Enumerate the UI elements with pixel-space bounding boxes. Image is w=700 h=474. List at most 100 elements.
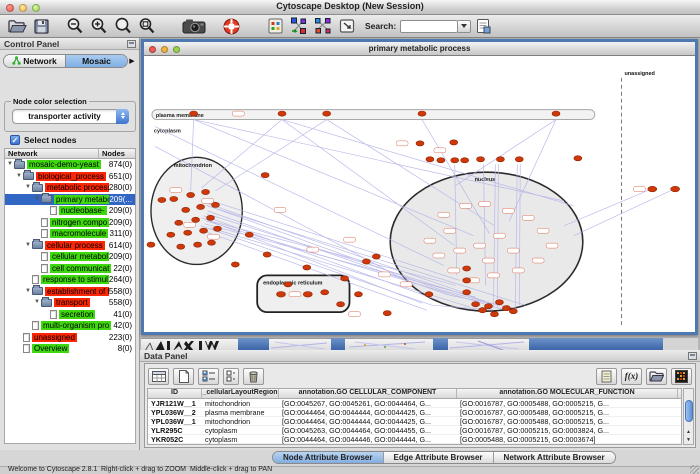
nucleus-region[interactable] [390,172,583,311]
tree-item-establishment-of-lo[interactable]: ▼establishment of lo558(0) [5,286,135,298]
open-session-icon[interactable] [5,16,29,36]
tree-expand-icon[interactable]: ▼ [25,240,32,251]
endoplasmic-reticulum-label: endoplasmic reticulum [263,280,323,286]
background-window-sliver[interactable] [141,338,238,350]
tree-expand-icon[interactable]: ▼ [34,297,41,308]
layout-nodes-icon[interactable] [287,16,311,36]
tree-expand-icon[interactable]: ▼ [34,194,41,205]
table-cell: YPL036W__1 [148,417,202,426]
column-header-molecular-function[interactable]: annotation.GO MOLECULAR_FUNCTION [457,389,678,398]
tree-item-cellular-metabol[interactable]: cellular metabol209(0) [5,251,135,263]
select-nodes-checkbox[interactable]: ✓ [10,135,20,145]
window-resize-grip[interactable] [690,465,699,474]
attribute-table-body: YJR121W__1mitochondrion[GO:0045267, GO:0… [148,399,681,445]
network-view-titlebar[interactable]: primary metabolic process [144,42,695,56]
tree-item-secretion[interactable]: secretion41(0) [5,309,135,321]
scroll-down-icon[interactable]: ▼ [684,436,693,444]
tree-item-cell-communicat[interactable]: cell communicat22(0) [5,263,135,275]
save-session-icon[interactable] [29,16,53,36]
column-header-region[interactable]: _cellularLayoutRegion [202,389,279,398]
table-scrollbar[interactable]: ▲ ▼ [683,388,694,445]
search-dropdown-arrow[interactable] [458,20,471,33]
layout-nodes-alt-icon[interactable] [311,16,335,36]
background-window-edge[interactable] [529,338,663,350]
zoom-selected-icon[interactable] [135,16,159,36]
tree-item-mosaic-demo-yeast[interactable]: ▼mosaic-demo-yeast874(0) [5,159,135,171]
table-row[interactable]: YDR039C__1mitochondrion[GO:0044464, GO:0… [148,444,681,445]
tab-edge-attribute-browser[interactable]: Edge Attribute Browser [384,452,494,463]
tree-item-macromolecule[interactable]: macromolecule311(0) [5,228,135,240]
mitochondrion-label: mitochondrion [174,163,212,169]
window-title: Cytoscape Desktop (New Session) [0,1,700,11]
float-panel-icon[interactable] [127,40,136,48]
background-window-edge[interactable] [433,338,448,350]
tab-overflow-arrow-icon[interactable]: ▶ [128,57,136,65]
zoom-in-icon[interactable] [87,16,111,36]
scrollbar-thumb[interactable] [685,400,693,422]
float-panel-icon[interactable] [688,352,697,360]
open-attributes-icon[interactable] [646,368,667,385]
column-header-id[interactable]: ID [148,389,202,398]
background-window-sliver[interactable] [345,338,433,350]
tree-item-response-to-stimul[interactable]: response to stimul264(0) [5,274,135,286]
tree-column-nodes[interactable]: Nodes [99,149,135,158]
formula-icon[interactable]: f(x) [621,368,642,385]
background-window-edge[interactable] [238,338,269,350]
unselect-attributes-icon[interactable] [223,368,239,385]
tree-item-nitrogen-compo[interactable]: nitrogen compo209(0) [5,217,135,229]
tab-node-attribute-browser[interactable]: Node Attribute Browser [273,452,384,463]
tree-column-headers[interactable]: Network Nodes [4,148,136,159]
zoom-out-icon[interactable] [63,16,87,36]
folder-icon [32,184,43,192]
import-network-icon[interactable] [335,16,359,36]
tree-item-nucleobase-[interactable]: nucleobase-209(0) [5,205,135,217]
notes-icon[interactable] [596,368,617,385]
background-window-sliver[interactable] [448,338,529,350]
node-color-dropdown[interactable]: transporter activity [12,109,129,124]
tree-item-metabolic-process[interactable]: ▼metabolic process280(0) [5,182,135,194]
tree-item-overview[interactable]: Overview8(0) [5,343,135,355]
import-table-icon[interactable] [471,16,495,36]
file-icon [50,310,57,319]
tree-column-network[interactable]: Network [5,149,99,158]
matrix-icon[interactable] [671,368,692,385]
tree-item-multi-organism-pro[interactable]: multi-organism pro42(0) [5,320,135,332]
zoom-fit-icon[interactable] [111,16,135,36]
snapshot-icon[interactable] [179,16,209,36]
tree-item-cellular-process[interactable]: ▼cellular process614(0) [5,240,135,252]
tree-item-transport[interactable]: ▼transport558(0) [5,297,135,309]
new-attribute-icon[interactable] [173,368,194,385]
scroll-up-icon[interactable]: ▲ [684,428,693,436]
attribute-table-header: ID _cellularLayoutRegion annotation.GO C… [148,389,681,399]
cytoplasm-label: cytoplasm [154,128,181,134]
table-cell: mitochondrion [202,444,279,446]
tab-network[interactable]: Network [4,55,66,67]
tree-item-label: biological_process [36,172,106,181]
select-attributes-icon[interactable] [198,368,219,385]
table-cell: [GO:0045263, GO:0044464, GO:0044455, G..… [279,426,457,435]
plasma-membrane-region[interactable] [152,110,595,120]
tree-expand-icon[interactable]: ▼ [16,171,23,182]
tree-expand-icon[interactable]: ▼ [25,182,32,193]
tree-expand-icon[interactable]: ▼ [7,159,14,170]
browser-tabstrip: Node Attribute BrowserEdge Attribute Bro… [0,450,700,466]
tree-item-unassigned[interactable]: unassigned223(0) [5,332,135,344]
control-panel-tab-group: Network Mosaic [3,54,128,68]
annotation-icon[interactable] [263,16,287,36]
help-ring-icon[interactable] [219,16,243,36]
network-graph[interactable]: plasma membrane cytoplasm mitochondrion … [144,56,695,331]
column-header-cellular-component[interactable]: annotation.GO CELLULAR_COMPONENT [279,389,457,398]
table-cell: cytoplasm [202,435,279,444]
search-input[interactable] [400,20,458,33]
background-window-edge[interactable] [331,338,345,350]
attribute-table-icon[interactable] [148,368,169,385]
tree-item-biological-process[interactable]: ▼biological_process651(0) [5,171,135,183]
delete-attribute-icon[interactable] [243,368,264,385]
tab-network-attribute-browser[interactable]: Network Attribute Browser [494,452,615,463]
network-canvas[interactable]: plasma membrane cytoplasm mitochondrion … [144,56,695,331]
tree-item-primary-metabo[interactable]: ▼primary metabo209(... [5,194,135,206]
table-cell: [GO:0016787, GO:0005215, GO:0003824, G..… [457,426,678,435]
background-window-sliver[interactable] [269,338,331,350]
tree-expand-icon[interactable]: ▼ [25,286,32,297]
tab-mosaic[interactable]: Mosaic [66,55,127,67]
